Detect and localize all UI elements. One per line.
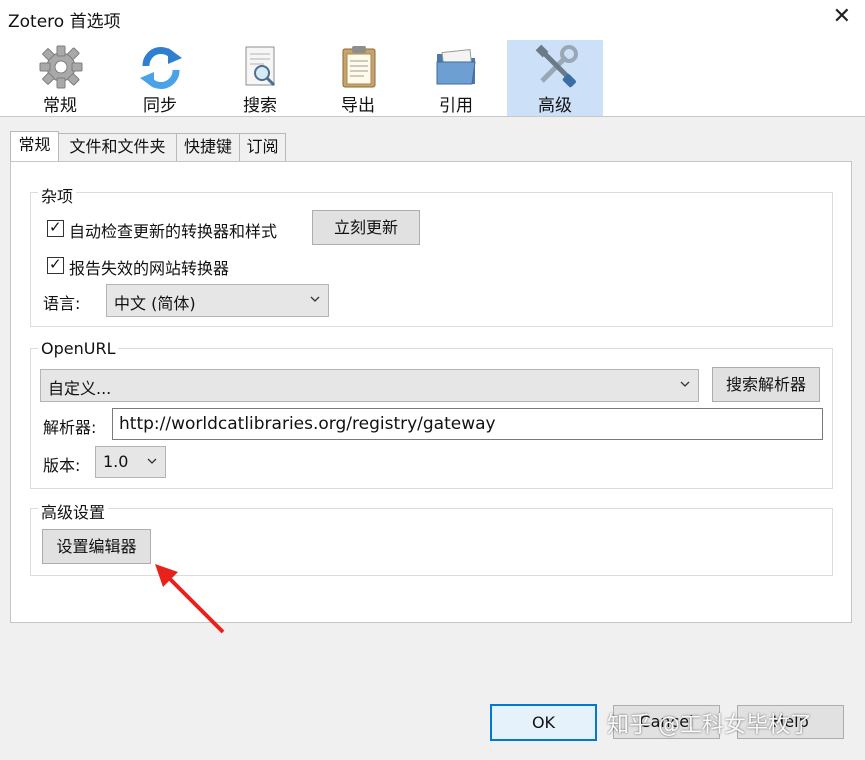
toolbar-label: 引用 bbox=[439, 96, 473, 116]
resolver-select[interactable]: 自定义... bbox=[40, 369, 699, 402]
language-value: 中文 (简体) bbox=[114, 294, 196, 313]
advanced-legend: 高级设置 bbox=[38, 499, 109, 523]
auto-update-checkbox[interactable] bbox=[47, 218, 64, 237]
misc-legend: 杂项 bbox=[38, 183, 77, 207]
toolbar-label: 导出 bbox=[341, 96, 375, 116]
chevron-down-icon bbox=[680, 381, 690, 387]
toolbar-sync[interactable]: 同步 bbox=[112, 40, 208, 116]
sync-icon bbox=[140, 46, 182, 90]
resolver-label: 解析器: bbox=[43, 418, 97, 437]
toolbar-cite[interactable]: 引用 bbox=[408, 40, 504, 116]
toolbar-search[interactable]: 搜索 bbox=[212, 40, 308, 116]
tab-shortcuts[interactable]: 快捷键 bbox=[176, 133, 240, 161]
toolbar-label: 搜索 bbox=[243, 96, 277, 116]
search-document-icon bbox=[245, 46, 276, 87]
tab-feeds[interactable]: 订阅 bbox=[239, 133, 286, 161]
toolbar-label: 高级 bbox=[538, 96, 572, 116]
update-now-button[interactable]: 立刻更新 bbox=[312, 210, 420, 245]
folder-icon bbox=[436, 49, 476, 85]
search-resolvers-button[interactable]: 搜索解析器 bbox=[712, 367, 820, 402]
auto-update-label: 自动检查更新的转换器和样式 bbox=[69, 222, 278, 241]
version-label: 版本: bbox=[43, 456, 81, 475]
resolver-url-field[interactable]: http://worldcatlibraries.org/registry/ga… bbox=[112, 408, 823, 440]
report-broken-label: 报告失效的网站转换器 bbox=[69, 259, 230, 278]
tools-icon bbox=[535, 44, 578, 88]
resolver-url-value: http://worldcatlibraries.org/registry/ga… bbox=[119, 414, 496, 434]
toolbar-label: 常规 bbox=[43, 96, 77, 116]
ok-button[interactable]: OK bbox=[490, 704, 597, 741]
language-label: 语言: bbox=[43, 294, 81, 313]
report-broken-checkbox[interactable] bbox=[47, 255, 64, 274]
toolbar-export[interactable]: 导出 bbox=[310, 40, 406, 116]
window-title: Zotero 首选项 bbox=[8, 12, 121, 32]
toolbar-general[interactable]: 常规 bbox=[12, 40, 108, 116]
chevron-down-icon bbox=[147, 458, 157, 464]
chevron-down-icon bbox=[310, 296, 320, 302]
watermark-text: 知乎 @工科女毕枚了 bbox=[607, 713, 812, 738]
version-select[interactable]: 1.0 bbox=[95, 446, 166, 478]
config-editor-button[interactable]: 设置编辑器 bbox=[42, 529, 151, 564]
version-value: 1.0 bbox=[103, 452, 129, 471]
close-icon[interactable]: ✕ bbox=[833, 4, 851, 29]
tab-files-folders[interactable]: 文件和文件夹 bbox=[58, 133, 177, 161]
language-select[interactable]: 中文 (简体) bbox=[106, 284, 329, 317]
resolver-select-value: 自定义... bbox=[48, 379, 112, 398]
clipboard-icon bbox=[342, 46, 376, 88]
toolbar-label: 同步 bbox=[143, 96, 177, 116]
title-bar bbox=[0, 0, 865, 36]
red-arrow-annotation bbox=[155, 564, 225, 634]
tab-general[interactable]: 常规 bbox=[10, 131, 59, 163]
openurl-legend: OpenURL bbox=[38, 339, 119, 358]
gear-icon bbox=[39, 45, 83, 89]
toolbar-advanced[interactable]: 高级 bbox=[507, 40, 603, 116]
